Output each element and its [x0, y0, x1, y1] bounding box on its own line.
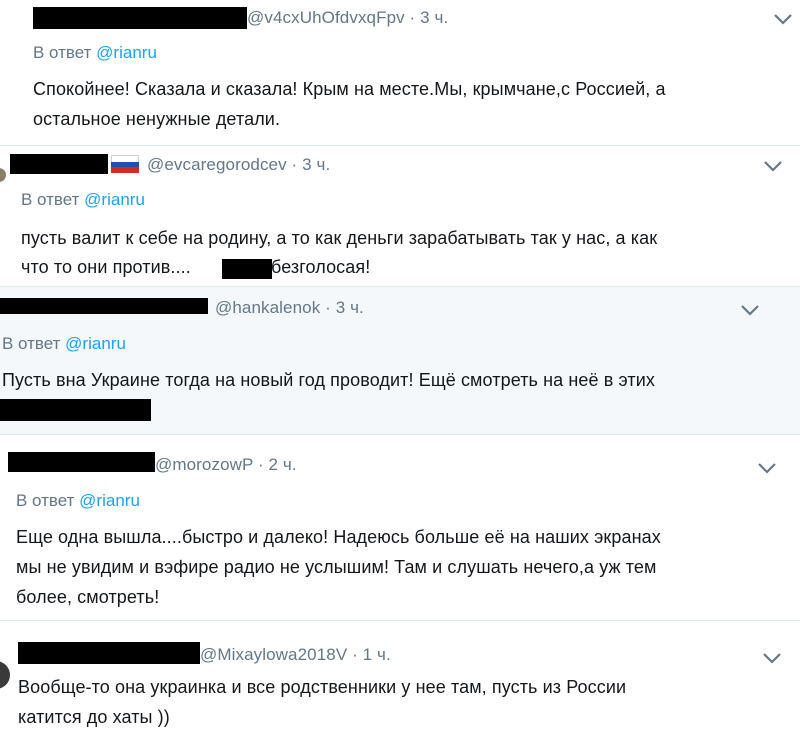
chevron-down-icon[interactable] [756, 461, 778, 475]
reply-mention-link[interactable]: @rianru [96, 43, 157, 62]
reply-prefix: В ответ [33, 43, 97, 62]
reply-prefix: В ответ [2, 334, 66, 353]
redacted-word [222, 259, 272, 279]
tweet-4[interactable]: @morozowP · 2 ч. В ответ @rianru Еще одн… [0, 435, 800, 620]
chevron-down-icon[interactable] [762, 159, 784, 173]
tweet-1[interactable]: @v4cxUhOfdvxqFpv · 3 ч. В ответ @rianru … [0, 0, 800, 146]
reply-to-line: В ответ @rianru [33, 43, 157, 63]
tweet-3[interactable]: @hankalenok · 3 ч. В ответ @rianru Пусть… [0, 287, 800, 434]
redacted-display-name [8, 452, 155, 472]
tweet-2[interactable]: @evcaregorodcev · 3 ч. В ответ @rianru п… [0, 146, 800, 286]
tweet-text-line: пусть валит к себе на родину, а то как д… [21, 228, 658, 248]
reply-to-line: В ответ @rianru [2, 334, 126, 354]
avatar[interactable] [0, 661, 10, 689]
redacted-display-name [0, 298, 208, 314]
tweet-5[interactable]: @Mixaylowa2018V · 1 ч. Вообще-то она укр… [0, 621, 800, 741]
reply-prefix: В ответ [16, 491, 80, 510]
russia-flag-icon [111, 155, 139, 174]
chevron-down-icon[interactable] [772, 12, 794, 26]
redacted-display-name [18, 642, 200, 664]
tweet-text-line: более, смотреть! [16, 587, 160, 607]
tweet-text-line: катится до хаты )) [18, 707, 170, 727]
reply-mention-link[interactable]: @rianru [84, 190, 145, 209]
tweet-text-line: мы не увидим и вэфире радио не услышим! … [16, 557, 657, 577]
tweet-handle-time[interactable]: @hankalenok · 3 ч. [215, 298, 364, 318]
tweet-handle-time[interactable]: @Mixaylowa2018V · 1 ч. [200, 645, 391, 665]
tweet-text-line: Вообще-то она украинка и все родственник… [18, 677, 627, 697]
reply-mention-link[interactable]: @rianru [79, 491, 140, 510]
redacted-display-name [10, 154, 108, 174]
chevron-down-icon[interactable] [761, 651, 783, 665]
chevron-down-icon[interactable] [739, 303, 761, 317]
tweet-text-line: что то они против.... [21, 257, 191, 277]
tweet-handle-time[interactable]: @morozowP · 2 ч. [155, 455, 297, 475]
reply-mention-link[interactable]: @rianru [65, 334, 126, 353]
tweet-text-line: Пусть вна Украине тогда на новый год про… [2, 370, 655, 390]
tweet-handle-time[interactable]: @v4cxUhOfdvxqFpv · 3 ч. [247, 8, 448, 28]
redacted-text [0, 399, 151, 421]
tweet-text-line: Спокойнее! Сказала и сказала! Крым на ме… [33, 79, 666, 99]
reply-to-line: В ответ @rianru [21, 190, 145, 210]
reply-prefix: В ответ [21, 190, 85, 209]
tweet-handle-time[interactable]: @evcaregorodcev · 3 ч. [147, 155, 330, 175]
tweet-text-line: безголосая! [271, 257, 371, 277]
redacted-display-name [33, 7, 247, 29]
tweet-text-line: Еще одна вышла....быстро и далеко! Надею… [16, 527, 661, 547]
tweet-text-line: остальное ненужные детали. [33, 109, 281, 129]
avatar[interactable] [0, 168, 6, 182]
reply-to-line: В ответ @rianru [16, 491, 140, 511]
